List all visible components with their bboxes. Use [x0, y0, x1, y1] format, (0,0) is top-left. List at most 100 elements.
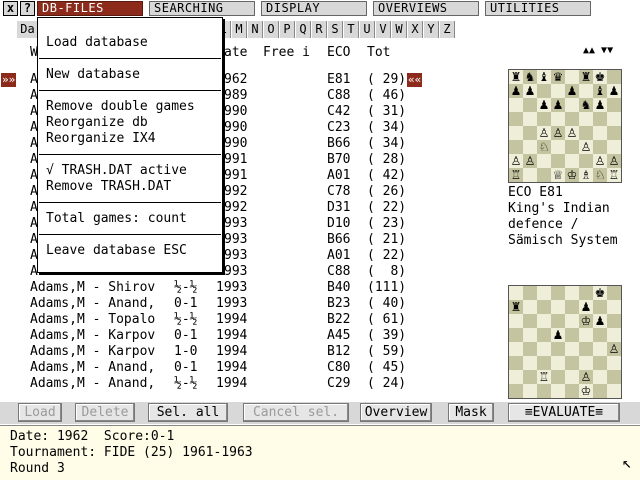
menu-item-reorganize-db[interactable]: Reorganize db — [46, 115, 148, 131]
chess-piece-icon: ♘ — [537, 140, 551, 154]
board-square — [509, 140, 523, 154]
board-square — [523, 356, 537, 370]
menu-item-total-games[interactable]: Total games: count — [46, 211, 187, 227]
board-square — [537, 286, 551, 300]
cell-players: Adams,M - Shirov — [30, 280, 156, 295]
menu-separator — [39, 202, 221, 203]
cell-tot: ( 31) — [367, 104, 407, 119]
letter-index-v[interactable]: V — [376, 21, 391, 38]
cell-tot: ( 59) — [367, 344, 407, 359]
table-row[interactable]: Adams,M - Karpov 0-1 1994 A45 ( 39) — [30, 328, 430, 344]
table-row[interactable]: Adams,M - Anand, 0-1 1994 C80 ( 45) — [30, 360, 430, 376]
menu-item-remove-trash[interactable]: Remove TRASH.DAT — [46, 179, 171, 195]
cell-tot: ( 22) — [367, 248, 407, 263]
letter-index-q[interactable]: Q — [296, 21, 311, 38]
eco-line-3: Sämisch System — [508, 233, 618, 248]
board-square — [509, 126, 523, 140]
chess-board-final[interactable]: ♚ ♜ ♟ ♔ ♟ ♟ ♙ ♖ ♙ ♔ — [508, 285, 622, 399]
board-square — [579, 154, 593, 168]
letter-index-w[interactable]: W — [392, 21, 407, 38]
board-square — [607, 98, 621, 112]
chess-piece-icon: ♟ — [523, 84, 537, 98]
board-square — [551, 370, 565, 384]
evaluate-button[interactable]: ≡EVALUATE≡ — [508, 403, 620, 422]
col-tot[interactable]: Tot — [367, 45, 390, 60]
col-date[interactable]: ate — [224, 45, 247, 60]
chess-piece-icon: ♟ — [607, 84, 621, 98]
letter-index-m[interactable]: M — [232, 21, 247, 38]
select-all-button[interactable]: Sel. all — [148, 403, 228, 422]
cell-eco: C88 — [327, 264, 351, 279]
table-row[interactable]: Adams,M - Karpov 1-0 1994 B12 ( 59) — [30, 344, 430, 360]
letter-index-z[interactable]: Z — [440, 21, 455, 38]
letter-index-n[interactable]: N — [248, 21, 263, 38]
cell-tot: ( 21) — [367, 232, 407, 247]
menu-searching[interactable]: SEARCHING — [149, 1, 255, 16]
load-button[interactable]: Load — [18, 403, 62, 422]
letter-index-y[interactable]: Y — [424, 21, 439, 38]
menu-item-leave-database[interactable]: Leave database ESC — [46, 243, 187, 259]
cell-eco: C78 — [327, 184, 351, 199]
letter-index-p[interactable]: P — [280, 21, 295, 38]
cell-result: 0-1 — [174, 360, 198, 375]
col-eco[interactable]: ECO — [327, 45, 350, 60]
delete-button[interactable]: Delete — [75, 403, 135, 422]
mask-button[interactable]: Mask — [448, 403, 494, 422]
row-marker-left: »» — [1, 73, 17, 87]
board-square — [579, 286, 593, 300]
close-box[interactable]: x — [3, 1, 18, 16]
table-row[interactable]: Adams,M - Shirov ½-½ 1993 B40 (111) — [30, 280, 430, 296]
board-square — [551, 140, 565, 154]
chess-board-preview[interactable]: ♜ ♞ ♝ ♛ ♜ ♚ ♟ ♟ ♟ ♝ ♟ ♟ ♟ ♞ ♟ ♙ ♙ ♙ ♘ ♙ ♙ ♙ ♙ ♙ ♖ ♕ ♔ ♗ ♘ ♖ — [508, 69, 622, 183]
board-square — [565, 300, 579, 314]
chess-piece-icon: ♝ — [593, 84, 607, 98]
board-square — [509, 370, 523, 384]
board-square — [523, 300, 537, 314]
chess-piece-icon: ♔ — [579, 384, 593, 398]
letter-index-o[interactable]: O — [264, 21, 279, 38]
menu-item-load-database[interactable]: Load database — [46, 35, 148, 51]
board-square — [607, 356, 621, 370]
cell-eco: C42 — [327, 104, 351, 119]
board-square — [565, 70, 579, 84]
letter-index-r[interactable]: R — [312, 21, 327, 38]
chess-piece-icon: ♙ — [579, 370, 593, 384]
menu-item-remove-double[interactable]: Remove double games — [46, 99, 195, 115]
board-square — [565, 112, 579, 126]
board-square — [523, 342, 537, 356]
cell-tot: ( 34) — [367, 120, 407, 135]
table-row[interactable]: Adams,M - Anand, 0-1 1993 B23 ( 40) — [30, 296, 430, 312]
menu-overviews[interactable]: OVERVIEWS — [373, 1, 479, 16]
board-square — [523, 328, 537, 342]
menu-display[interactable]: DISPLAY — [261, 1, 367, 16]
letter-index-t[interactable]: T — [344, 21, 359, 38]
menu-item-trash-active[interactable]: √ TRASH.DAT active — [46, 163, 187, 179]
board-square — [509, 286, 523, 300]
table-row[interactable]: Adams,M - Topalo ½-½ 1994 B22 ( 61) — [30, 312, 430, 328]
col-free[interactable]: Free i — [263, 45, 310, 60]
cell-date: 1994 — [216, 344, 248, 359]
letter-index-x[interactable]: X — [408, 21, 423, 38]
letter-index-u[interactable]: U — [360, 21, 375, 38]
letter-index-da[interactable]: Da — [17, 21, 39, 38]
letter-index-s[interactable]: S — [328, 21, 343, 38]
board-square — [565, 356, 579, 370]
menu-utilities[interactable]: UTILITIES — [485, 1, 591, 16]
cell-result: ½-½ — [174, 376, 198, 391]
help-box[interactable]: ? — [20, 1, 35, 16]
menu-db-files[interactable]: DB-FILES — [37, 1, 143, 16]
cell-date: 991 — [224, 152, 248, 167]
menu-item-reorganize-ix4[interactable]: Reorganize IX4 — [46, 131, 156, 147]
table-row[interactable]: Adams,M - Anand, ½-½ 1994 C29 ( 24) — [30, 376, 430, 392]
sort-arrows[interactable]: ▲▲ ▼▼ — [583, 45, 613, 56]
cell-tot: ( 61) — [367, 312, 407, 327]
board-square — [509, 384, 523, 398]
menu-item-new-database[interactable]: New database — [46, 67, 140, 83]
cancel-selection-button[interactable]: Cancel sel. — [243, 403, 349, 422]
cell-tot: ( 34) — [367, 136, 407, 151]
board-square — [607, 70, 621, 84]
board-square — [537, 154, 551, 168]
overview-button[interactable]: Overview — [360, 403, 432, 422]
board-square — [551, 342, 565, 356]
chess-piece-icon: ♜ — [579, 70, 593, 84]
